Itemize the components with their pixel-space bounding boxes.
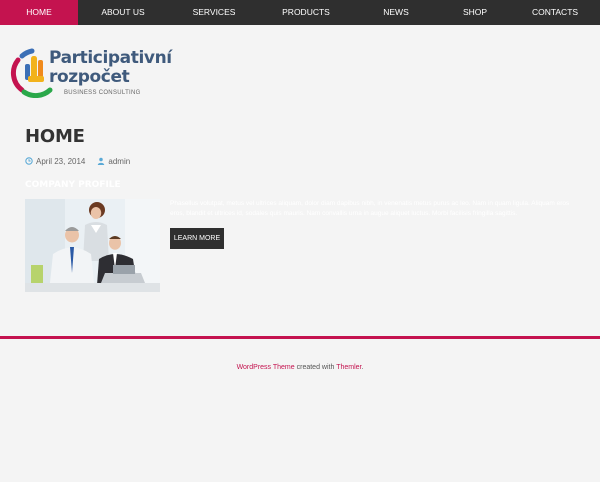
post-meta: April 23, 2014 admin [25, 156, 130, 166]
nav-item-contacts[interactable]: CONTACTS [510, 0, 600, 25]
logo-line-1: Participativní [49, 48, 172, 68]
logo-text: Participativní rozpočet [49, 49, 172, 87]
user-icon [98, 157, 105, 165]
nav-item-about-us[interactable]: ABOUT US [78, 0, 168, 25]
wordpress-theme-link[interactable]: WordPress Theme [237, 364, 295, 371]
nav-item-shop[interactable]: SHOP [440, 0, 510, 25]
logo-line-2: rozpočet [49, 67, 130, 87]
nav-item-services[interactable]: SERVICES [168, 0, 260, 25]
footer-period: . [361, 364, 364, 371]
section-title: COMPANY PROFILE [25, 180, 121, 190]
footer-credits: WordPress Theme created with Themler. [0, 364, 600, 371]
logo-tagline: BUSINESS CONSULTING [64, 90, 141, 96]
business-team-photo [25, 199, 160, 292]
learn-more-button[interactable]: LEARN MORE [170, 228, 224, 249]
nav-item-products[interactable]: PRODUCTS [260, 0, 352, 25]
business-team-illustration [25, 199, 160, 292]
site-logo[interactable]: Participativní rozpočet BUSINESS CONSULT… [10, 46, 180, 101]
clock-icon [25, 157, 33, 165]
company-description: Phasellus volutpat, metus vel ultrices a… [170, 200, 570, 217]
nav-item-news[interactable]: NEWS [352, 0, 440, 25]
themler-link[interactable]: Themler [336, 364, 361, 371]
footer-divider [0, 336, 600, 339]
main-navigation: HOME ABOUT US SERVICES PRODUCTS NEWS SHO… [0, 0, 600, 25]
nav-item-home[interactable]: HOME [0, 0, 78, 25]
post-author[interactable]: admin [108, 157, 130, 166]
page-title: HOME [25, 126, 85, 147]
footer-text: created with [294, 364, 337, 371]
post-date[interactable]: April 23, 2014 [36, 157, 85, 166]
